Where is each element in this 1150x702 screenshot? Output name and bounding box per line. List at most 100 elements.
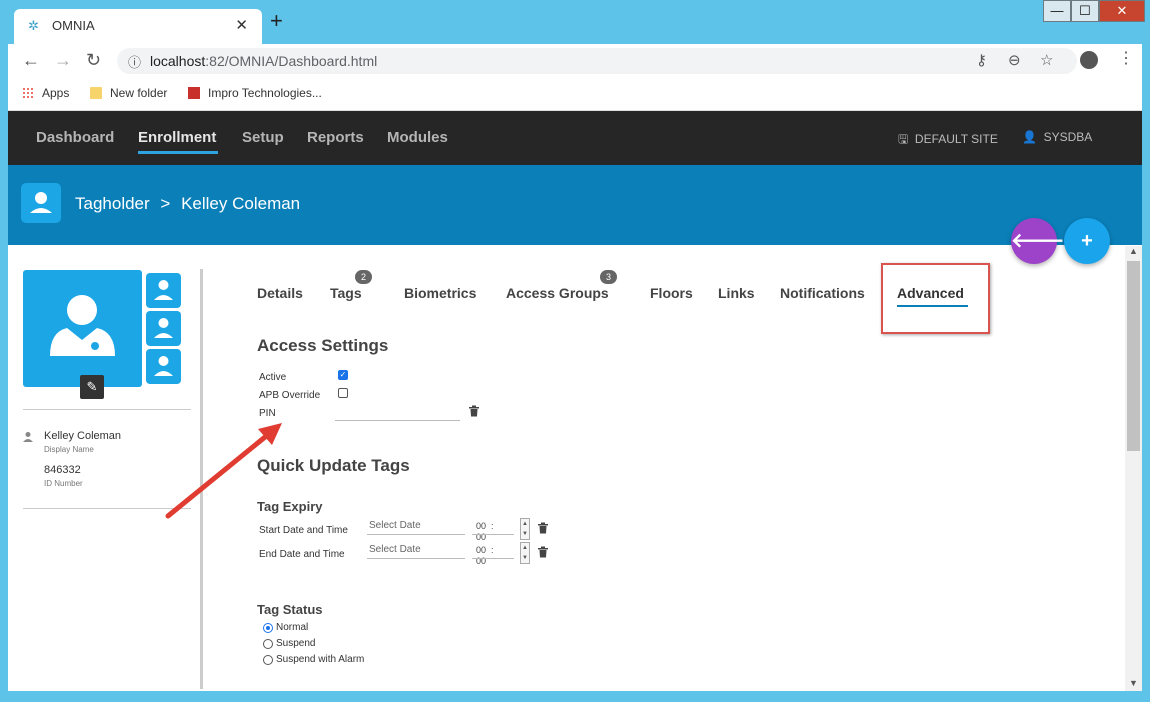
tags-count-badge: 2 (355, 270, 372, 284)
end-time-spinner[interactable]: ▲ ▼ (520, 542, 530, 564)
profile-photo (23, 270, 142, 387)
close-tab-icon[interactable]: ✕ (235, 16, 248, 34)
impro-logo-icon (188, 87, 200, 99)
bookmark-impro-label: Impro Technologies... (208, 86, 322, 100)
maximize-window-button[interactable]: ☐ (1071, 0, 1099, 22)
tab-access-groups[interactable]: Access Groups (506, 285, 609, 301)
tagholder-avatar-icon (21, 183, 61, 223)
bookmark-new-folder[interactable]: New folder (90, 86, 167, 100)
zoom-icon[interactable]: ⊖ (1008, 51, 1021, 69)
trash-icon[interactable] (468, 405, 480, 417)
nav-modules[interactable]: Modules (387, 129, 448, 146)
folder-icon (90, 87, 102, 99)
pencil-icon: ✎ (86, 379, 98, 394)
back-fab-button[interactable]: 🡐 (1011, 218, 1065, 264)
start-time-underline (472, 534, 514, 535)
annotation-arrow-icon (165, 423, 282, 519)
bookmarks-bar: Apps New folder Impro Technologies... (8, 78, 1142, 111)
site-info-icon[interactable]: ⓘ (128, 52, 141, 71)
time-separator: : (491, 521, 494, 531)
start-time-input[interactable]: 00 :00 (476, 521, 494, 543)
end-time-underline (472, 558, 514, 559)
breadcrumb-separator: > (160, 194, 171, 213)
id-number-label: ID Number (44, 479, 83, 488)
back-arrow-icon: 🡐 (1011, 230, 1065, 252)
access-groups-count-badge: 3 (600, 270, 617, 284)
new-tab-icon[interactable]: + (270, 10, 283, 32)
nav-reports[interactable]: Reports (307, 129, 364, 146)
plus-icon: + (1081, 230, 1093, 252)
end-time-input[interactable]: 00 :00 (476, 545, 494, 567)
apb-override-checkbox[interactable] (338, 388, 348, 398)
browser-tab-title: OMNIA (52, 18, 95, 33)
nav-active-indicator (138, 151, 218, 154)
end-hours: 00 (476, 545, 487, 555)
nav-setup[interactable]: Setup (242, 129, 284, 146)
status-normal-radio[interactable] (263, 623, 273, 633)
status-suspend-alarm-radio[interactable] (263, 655, 273, 665)
forward-arrow-icon[interactable]: → (54, 50, 72, 71)
active-checkbox[interactable]: ✓ (338, 370, 348, 380)
tab-notifications[interactable]: Notifications (780, 285, 865, 301)
breadcrumb-name: Kelley Coleman (181, 194, 301, 213)
browser-menu-icon[interactable]: ⋮ (1118, 48, 1134, 68)
start-date-underline (367, 534, 465, 535)
display-name-label: Display Name (44, 445, 94, 454)
bookmark-impro[interactable]: Impro Technologies... (188, 86, 322, 100)
status-normal-label[interactable]: Normal (276, 622, 308, 633)
page-scrollbar[interactable]: ▲ ▼ (1125, 246, 1142, 691)
close-window-button[interactable]: ✕ (1099, 0, 1145, 22)
tab-floors[interactable]: Floors (650, 285, 693, 301)
key-icon[interactable]: ⚷ (976, 51, 987, 69)
trash-icon[interactable] (537, 546, 549, 558)
minimize-window-button[interactable]: — (1043, 0, 1071, 22)
start-date-input[interactable]: Select Date (369, 520, 421, 531)
display-name-value: Kelley Coleman (44, 430, 122, 442)
access-settings-title: Access Settings (257, 336, 389, 355)
user-name: SYSDBA (1043, 130, 1093, 144)
photo-slot-3-button[interactable] (146, 349, 181, 384)
person-icon (23, 432, 33, 442)
start-time-spinner[interactable]: ▲ ▼ (520, 518, 530, 540)
browser-tab[interactable]: ✲ OMNIA ✕ (14, 9, 262, 44)
tab-biometrics[interactable]: Biometrics (404, 285, 476, 301)
photo-slot-1-button[interactable] (146, 273, 181, 308)
tab-tags[interactable]: Tags (330, 285, 362, 301)
page-header: Tagholder > Kelley Coleman (8, 165, 1142, 245)
apps-grid-icon (22, 87, 34, 99)
trash-icon[interactable] (537, 522, 549, 534)
add-fab-button[interactable]: + (1064, 218, 1110, 264)
status-suspend-label[interactable]: Suspend (276, 638, 315, 649)
scroll-up-icon[interactable]: ▲ (1129, 246, 1138, 256)
bookmark-star-icon[interactable]: ☆ (1040, 51, 1053, 69)
breadcrumb-section[interactable]: Tagholder (75, 194, 150, 213)
status-suspend-radio[interactable] (263, 639, 273, 649)
address-bar[interactable]: ⓘ localhost:82/OMNIA/Dashboard.html ⚷ ⊖ … (117, 48, 1077, 74)
photo-slot-2-button[interactable] (146, 311, 181, 346)
tab-links[interactable]: Links (718, 285, 755, 301)
person-icon (154, 280, 173, 300)
pin-input[interactable] (335, 420, 460, 421)
site-selector[interactable]: 🖫 DEFAULT SITE (898, 130, 998, 151)
end-date-label: End Date and Time (259, 549, 345, 560)
user-menu[interactable]: 👤 SYSDBA (1022, 130, 1092, 144)
annotation-highlight-box (881, 263, 990, 334)
bookmark-folder-label: New folder (110, 86, 168, 100)
tab-details[interactable]: Details (257, 285, 303, 301)
nav-enrollment[interactable]: Enrollment (138, 129, 216, 146)
bookmark-apps[interactable]: Apps (22, 86, 69, 100)
back-arrow-icon[interactable]: ← (22, 50, 40, 71)
breadcrumb: Tagholder > Kelley Coleman (75, 194, 300, 214)
edit-photo-button[interactable]: ✎ (80, 375, 104, 399)
end-date-input[interactable]: Select Date (369, 544, 421, 555)
nav-dashboard[interactable]: Dashboard (36, 129, 114, 146)
scroll-down-icon[interactable]: ▼ (1129, 678, 1138, 688)
scrollbar-thumb[interactable] (1127, 261, 1140, 451)
url-host: localhost (150, 53, 206, 69)
address-url[interactable]: localhost:82/OMNIA/Dashboard.html (150, 53, 377, 69)
browser-toolbar: ← → ↻ ⓘ localhost:82/OMNIA/Dashboard.htm… (8, 44, 1142, 78)
profile-divider (23, 409, 191, 410)
account-avatar-icon[interactable] (1080, 51, 1098, 69)
reload-icon[interactable]: ↻ (86, 50, 101, 71)
status-suspend-alarm-label[interactable]: Suspend with Alarm (276, 654, 364, 665)
